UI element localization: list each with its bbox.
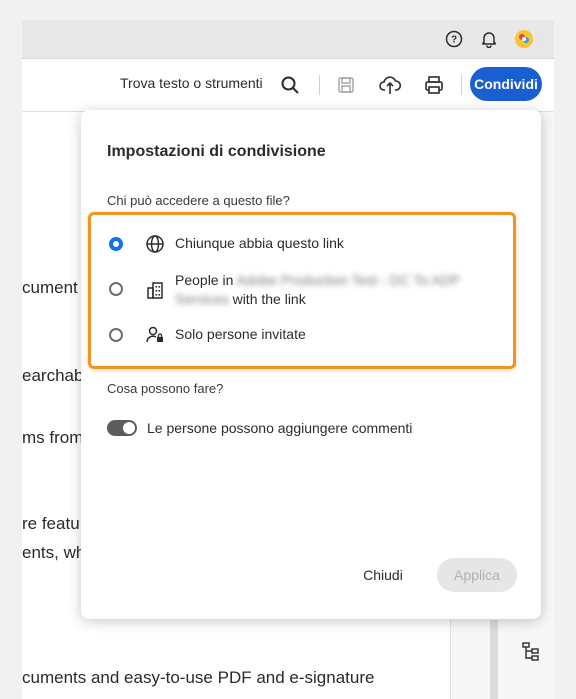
permissions-question: Cosa possono fare? — [107, 381, 224, 396]
option-label-prefix: People in — [175, 272, 234, 288]
cloud-upload-icon[interactable] — [378, 73, 402, 97]
document-text-line: earchab — [22, 366, 84, 385]
toolbar: Trova testo o strumenti Condividi — [22, 59, 554, 112]
option-label-invited[interactable]: Solo persone invitate — [175, 325, 306, 344]
top-bar: ? — [22, 20, 554, 59]
user-lock-icon — [145, 325, 165, 345]
bell-icon[interactable] — [479, 29, 499, 49]
document-text-line: cuments and easy-to-use PDF and e-signat… — [22, 668, 375, 687]
option-label-people-in-org[interactable]: People in Adobe Production Test - DC To … — [175, 271, 485, 309]
radio-anyone-with-link[interactable] — [109, 237, 123, 251]
share-settings-dialog: Impostazioni di condivisione Chi può acc… — [81, 110, 541, 619]
apply-button[interactable]: Applica — [437, 558, 517, 592]
document-text-line: re featu — [22, 514, 80, 533]
globe-icon — [145, 234, 165, 254]
share-button[interactable]: Condividi — [470, 67, 542, 101]
document-text-line: ms from — [22, 428, 84, 447]
save-icon[interactable] — [334, 73, 358, 97]
comments-toggle[interactable] — [107, 420, 137, 436]
close-button[interactable]: Chiudi — [345, 558, 421, 592]
avatar-icon[interactable] — [514, 29, 534, 49]
search-icon[interactable] — [278, 73, 302, 97]
toolbar-divider — [319, 75, 320, 95]
building-icon — [145, 280, 165, 300]
access-question: Chi può accedere a questo file? — [107, 193, 290, 208]
radio-invited-only[interactable] — [109, 328, 123, 342]
document-text-line: cument — [22, 278, 78, 297]
dialog-title: Impostazioni di condivisione — [107, 143, 326, 160]
structure-tree-icon[interactable] — [520, 640, 542, 662]
toolbar-divider — [461, 75, 462, 95]
radio-people-in-org[interactable] — [109, 282, 123, 296]
option-label-anyone[interactable]: Chiunque abbia questo link — [175, 234, 344, 253]
find-text-label[interactable]: Trova testo o strumenti — [120, 75, 263, 91]
comments-toggle-label[interactable]: Le persone possono aggiungere commenti — [147, 420, 412, 436]
svg-text:?: ? — [451, 35, 457, 46]
option-label-suffix: with the link — [232, 291, 306, 307]
document-text-line: ents, wh — [22, 543, 86, 562]
help-circle-icon[interactable]: ? — [444, 29, 464, 49]
scrollbar[interactable] — [490, 620, 498, 699]
print-icon[interactable] — [422, 73, 446, 97]
